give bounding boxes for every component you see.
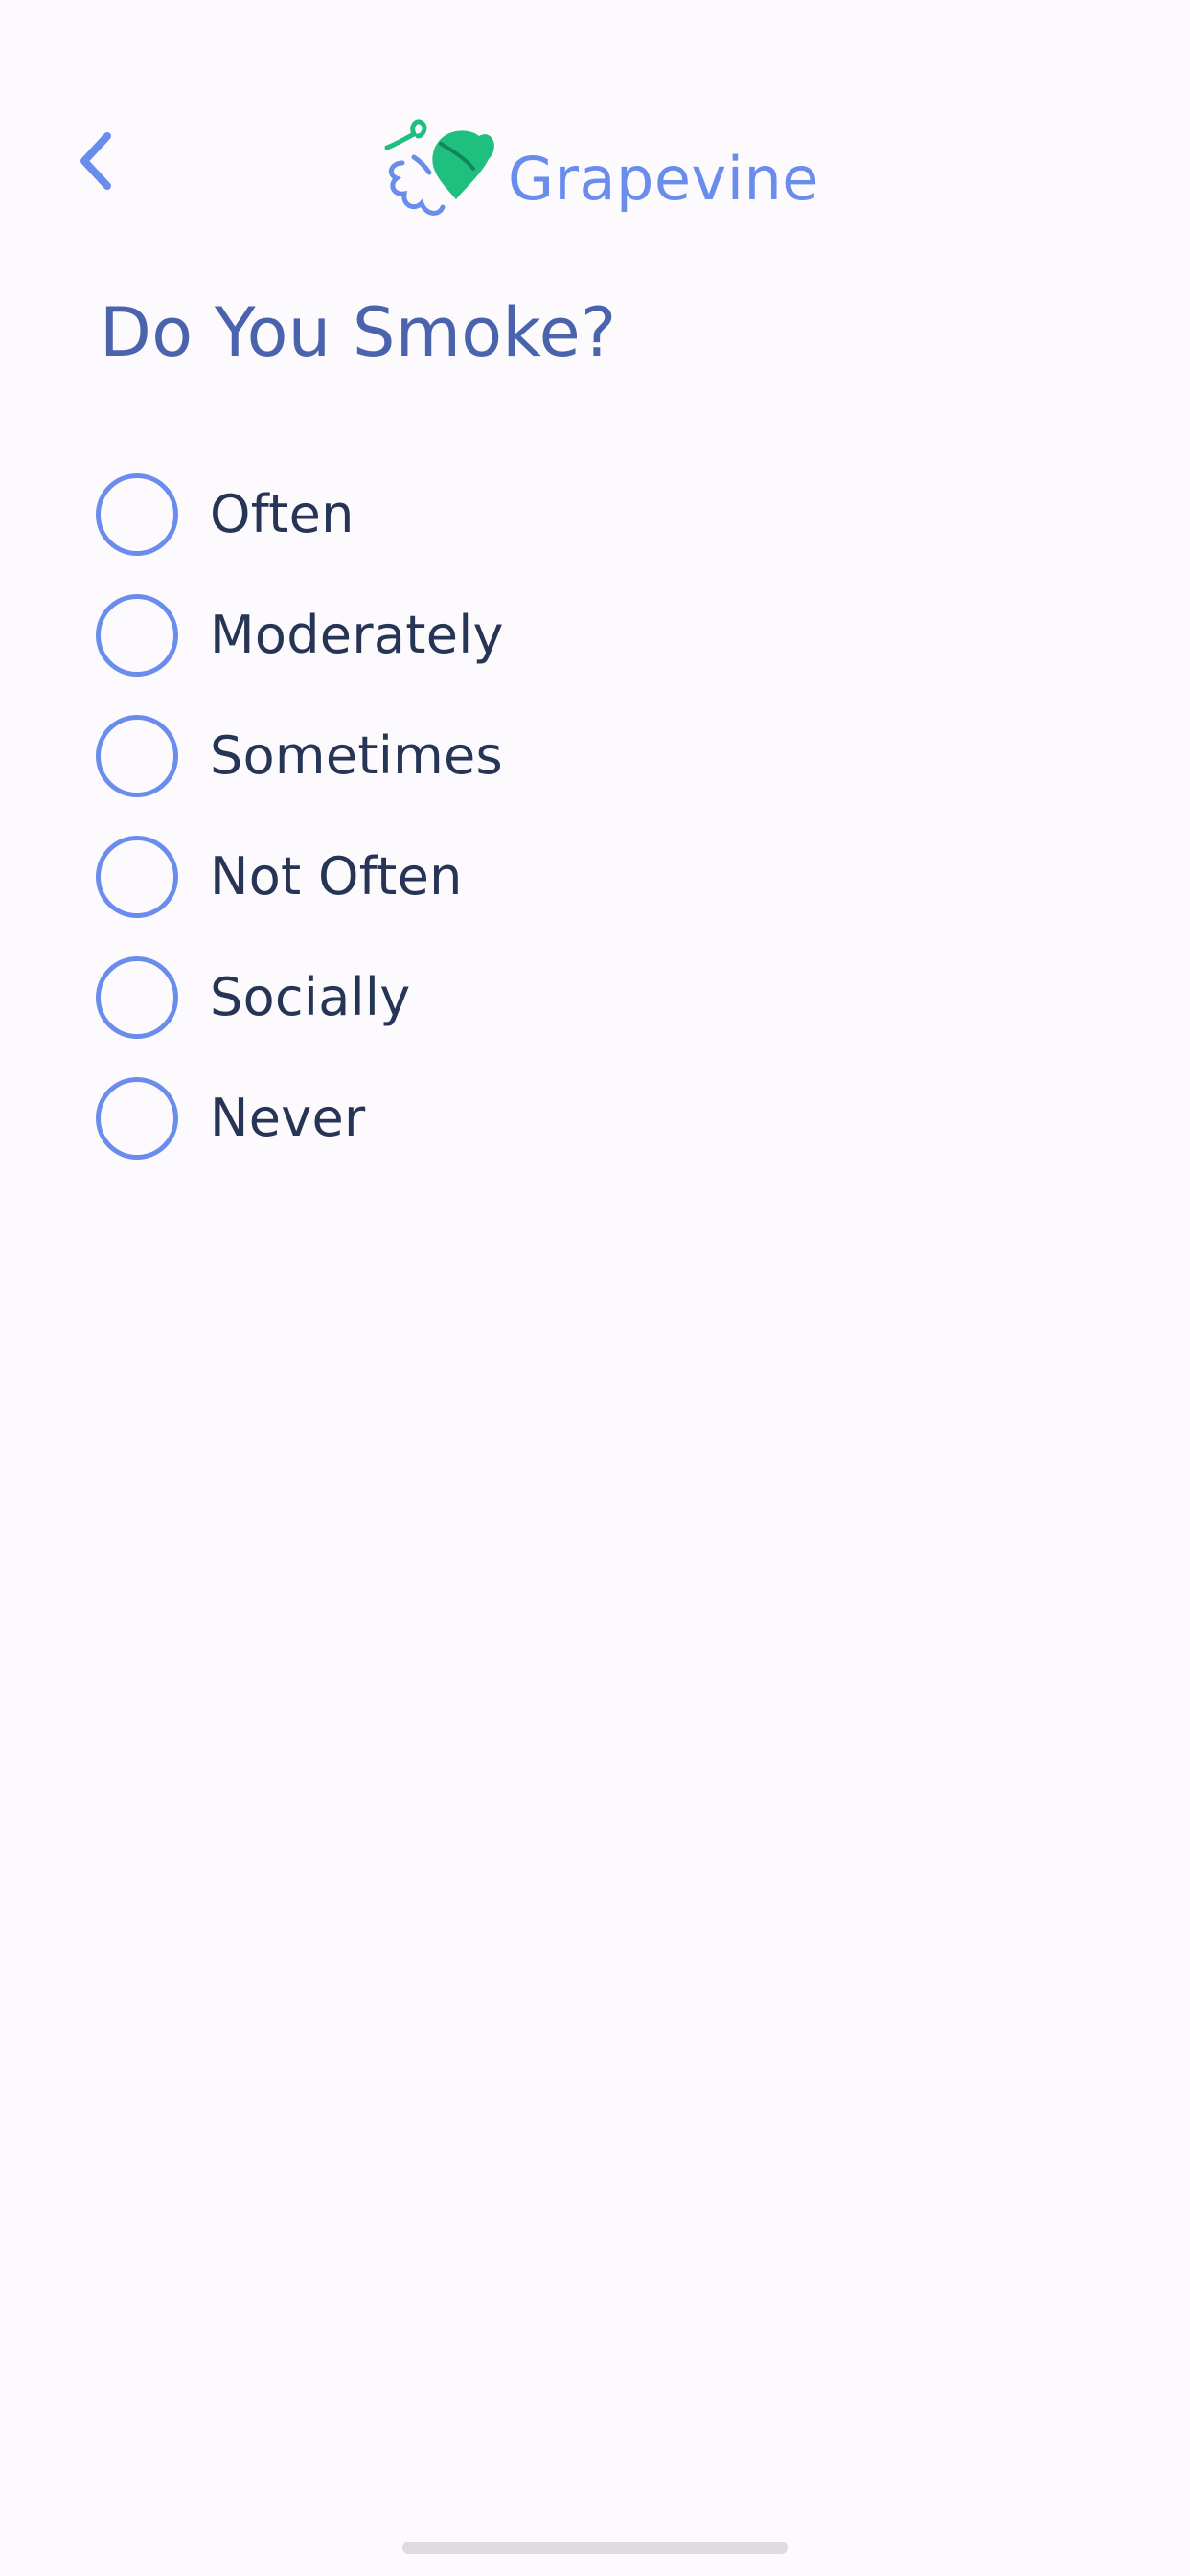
radio-button[interactable] [96,594,178,677]
radio-button[interactable] [96,473,178,556]
back-button[interactable] [57,123,134,199]
option-often[interactable]: Often [96,454,1054,575]
option-not-often[interactable]: Not Often [96,816,1054,937]
option-never[interactable]: Never [96,1058,1054,1179]
logo-text: Grapevine [508,144,819,214]
option-socially[interactable]: Socially [96,937,1054,1058]
option-label: Often [210,484,355,544]
grape-leaf-icon [384,119,494,216]
option-label: Socially [210,967,411,1027]
header: Grapevine [0,0,1190,249]
app-logo: Grapevine [381,115,819,226]
smoking-options: Often Moderately Sometimes Not Often Soc… [96,454,1054,1179]
radio-button[interactable] [96,956,178,1039]
home-indicator[interactable] [402,2542,788,2554]
option-sometimes[interactable]: Sometimes [96,696,1054,816]
option-label: Moderately [210,605,504,665]
chevron-left-icon [80,132,111,190]
option-label: Not Often [210,846,463,907]
radio-button[interactable] [96,836,178,918]
radio-button[interactable] [96,1077,178,1160]
page-title: Do You Smoke? [100,293,617,372]
option-label: Sometimes [210,725,503,786]
option-label: Never [210,1088,366,1148]
option-moderately[interactable]: Moderately [96,575,1054,696]
radio-button[interactable] [96,715,178,797]
